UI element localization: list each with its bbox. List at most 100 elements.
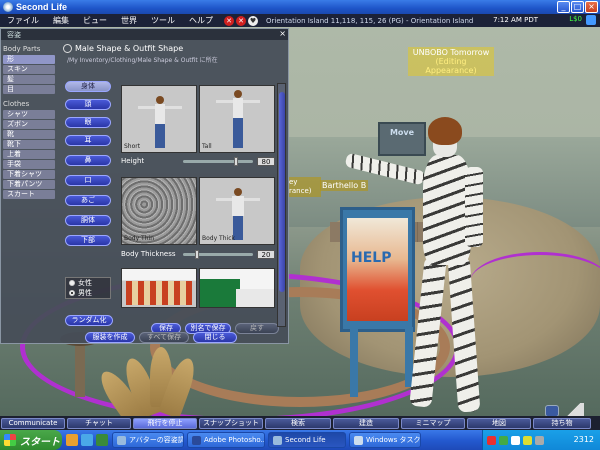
task-photoshop[interactable]: Adobe Photosho... bbox=[187, 432, 265, 448]
param-body-button[interactable]: 身体 bbox=[65, 81, 111, 92]
randomize-button[interactable]: ランダム化 bbox=[65, 315, 113, 326]
param-torso-button[interactable]: 胴体 bbox=[65, 215, 111, 226]
shape-item-icon bbox=[63, 44, 72, 53]
media-icon[interactable] bbox=[96, 434, 108, 446]
maximize-button[interactable]: □ bbox=[571, 1, 584, 13]
gender-female-radio[interactable]: 女性 bbox=[66, 278, 110, 288]
snapshot-button[interactable]: スナップショット bbox=[199, 417, 263, 429]
shape-editor: Male Shape & Outfit Shape /My Inventory/… bbox=[59, 41, 289, 341]
preview-caption: Tall bbox=[202, 143, 212, 150]
help-icon[interactable] bbox=[535, 435, 544, 445]
close-panel-button[interactable]: 閉じる bbox=[193, 332, 237, 343]
clothes-header: Clothes bbox=[3, 100, 30, 108]
param-nose-button[interactable]: 鼻 bbox=[65, 155, 111, 166]
menu-tools[interactable]: ツール bbox=[144, 15, 182, 26]
preview-thumbnail[interactable] bbox=[121, 268, 197, 308]
preview-caption: Body Thick bbox=[202, 235, 235, 242]
sidebar-item-jacket[interactable]: 上着 bbox=[3, 150, 55, 159]
preview-scrollbar[interactable] bbox=[277, 83, 286, 327]
param-ears-button[interactable]: 耳 bbox=[65, 135, 111, 146]
task-label: Second Life bbox=[285, 436, 326, 444]
ime-icon[interactable] bbox=[511, 435, 520, 445]
chat-button[interactable]: チャット bbox=[67, 417, 131, 429]
menu-help[interactable]: ヘルプ bbox=[182, 15, 220, 26]
sidebar-item-skin[interactable]: スキン bbox=[3, 65, 55, 74]
network-icon[interactable] bbox=[499, 435, 508, 445]
preview-tall[interactable]: Tall bbox=[199, 85, 275, 153]
inventory-button[interactable]: 持ち物 bbox=[533, 417, 591, 429]
minimap-button[interactable]: ミニマップ bbox=[401, 417, 465, 429]
player-avatar[interactable] bbox=[344, 117, 505, 416]
task-second-life[interactable]: Second Life bbox=[268, 432, 346, 448]
save-all-button[interactable]: すべて保存 bbox=[139, 332, 189, 343]
sidebar-item-eyes[interactable]: 目 bbox=[3, 85, 55, 94]
menu-file[interactable]: ファイル bbox=[0, 15, 46, 26]
sidebar-item-skirt[interactable]: スカート bbox=[3, 190, 55, 199]
stop-flying-button[interactable]: 飛行を停止 bbox=[133, 417, 197, 429]
safe-area-icon[interactable]: ♥ bbox=[248, 15, 258, 26]
scrollbar-thumb[interactable] bbox=[279, 92, 285, 292]
taskbar-clock: 2312 bbox=[573, 435, 594, 444]
make-outfit-button[interactable]: 服装を作成 bbox=[85, 332, 135, 343]
start-button[interactable]: スタート bbox=[0, 430, 62, 450]
world-map-button[interactable]: 地図 bbox=[467, 417, 531, 429]
param-legs-button[interactable]: 下部 bbox=[65, 235, 111, 246]
sidebar-item-gloves[interactable]: 手袋 bbox=[3, 160, 55, 169]
location-readout[interactable]: Orientation Island 11,118, 115, 26 (PG) … bbox=[266, 17, 473, 25]
quick-launch bbox=[66, 434, 108, 446]
param-eyes-button[interactable]: 眼 bbox=[65, 117, 111, 128]
sidebar-item-socks[interactable]: 靴下 bbox=[3, 140, 55, 149]
build-button[interactable]: 建造 bbox=[333, 417, 399, 429]
revert-button[interactable]: 戻す bbox=[235, 323, 279, 334]
folder-icon[interactable] bbox=[66, 434, 78, 446]
no-fly-icon[interactable]: ✕ bbox=[224, 15, 234, 26]
sidebar-item-hair[interactable]: 髪 bbox=[3, 75, 55, 84]
preview-body-thin[interactable]: Body Thin bbox=[121, 177, 197, 245]
no-build-icon[interactable]: ✕ bbox=[236, 15, 246, 26]
sidebar-item-shape[interactable]: 形 bbox=[3, 55, 55, 64]
height-slider[interactable] bbox=[183, 160, 253, 163]
thickness-slider-thumb[interactable] bbox=[195, 250, 199, 259]
preview-short[interactable]: Short bbox=[121, 85, 197, 153]
param-head-button[interactable]: 頭 bbox=[65, 99, 111, 110]
menu-edit[interactable]: 編集 bbox=[46, 15, 76, 26]
menu-view[interactable]: ビュー bbox=[76, 15, 114, 26]
volume-icon[interactable] bbox=[562, 403, 584, 416]
param-chin-button[interactable]: あご bbox=[65, 195, 111, 206]
clock-readout: 7:12 AM PDT bbox=[493, 16, 538, 24]
volume-tray-icon[interactable] bbox=[523, 435, 532, 445]
other-avatar-tag-line1: ey bbox=[289, 178, 298, 186]
menu-bar: ファイル 編集 ビュー 世界 ツール ヘルプ ✕ ✕ ♥ Orientation… bbox=[0, 14, 600, 27]
height-slider-thumb[interactable] bbox=[234, 157, 238, 166]
sidebar-item-shoes[interactable]: 靴 bbox=[3, 130, 55, 139]
close-window-button[interactable]: × bbox=[585, 1, 598, 13]
avatar-leg bbox=[409, 256, 447, 408]
billboard-post bbox=[350, 327, 358, 397]
thickness-value-input[interactable]: 20 bbox=[257, 250, 275, 259]
search-button[interactable]: 検索 bbox=[265, 417, 331, 429]
sidebar-item-undershirt[interactable]: 下着シャツ bbox=[3, 170, 55, 179]
security-icon[interactable] bbox=[487, 435, 496, 445]
thickness-slider[interactable] bbox=[183, 253, 253, 256]
browser-icon[interactable] bbox=[81, 434, 93, 446]
sidebar-item-shirt[interactable]: シャツ bbox=[3, 110, 55, 119]
task-appearance[interactable]: アバターの容姿調... bbox=[112, 432, 184, 448]
avatar-name: UNBOBO Tomorrow bbox=[412, 48, 490, 57]
start-label: スタート bbox=[20, 436, 60, 448]
gender-male-radio[interactable]: 男性 bbox=[66, 288, 110, 298]
preview-body-thick[interactable]: Body Thick bbox=[199, 177, 275, 245]
sun-settings-icon[interactable] bbox=[545, 405, 559, 416]
communicate-button[interactable]: Communicate bbox=[1, 417, 65, 429]
balance-readout: L$0 bbox=[569, 15, 582, 23]
param-mouth-button[interactable]: 口 bbox=[65, 175, 111, 186]
panel-close-icon[interactable]: × bbox=[279, 29, 286, 38]
height-value-input[interactable]: 80 bbox=[257, 157, 275, 166]
preview-thumbnail[interactable] bbox=[199, 268, 275, 308]
gender-female-label: 女性 bbox=[78, 279, 92, 287]
task-task-manager[interactable]: Windows タスク... bbox=[349, 432, 421, 448]
sidebar-item-pants[interactable]: ズボン bbox=[3, 120, 55, 129]
menu-world[interactable]: 世界 bbox=[114, 15, 144, 26]
minimize-button[interactable]: _ bbox=[557, 1, 570, 13]
sidebar-item-underpants[interactable]: 下着パンツ bbox=[3, 180, 55, 189]
buy-currency-icon[interactable] bbox=[586, 15, 596, 25]
